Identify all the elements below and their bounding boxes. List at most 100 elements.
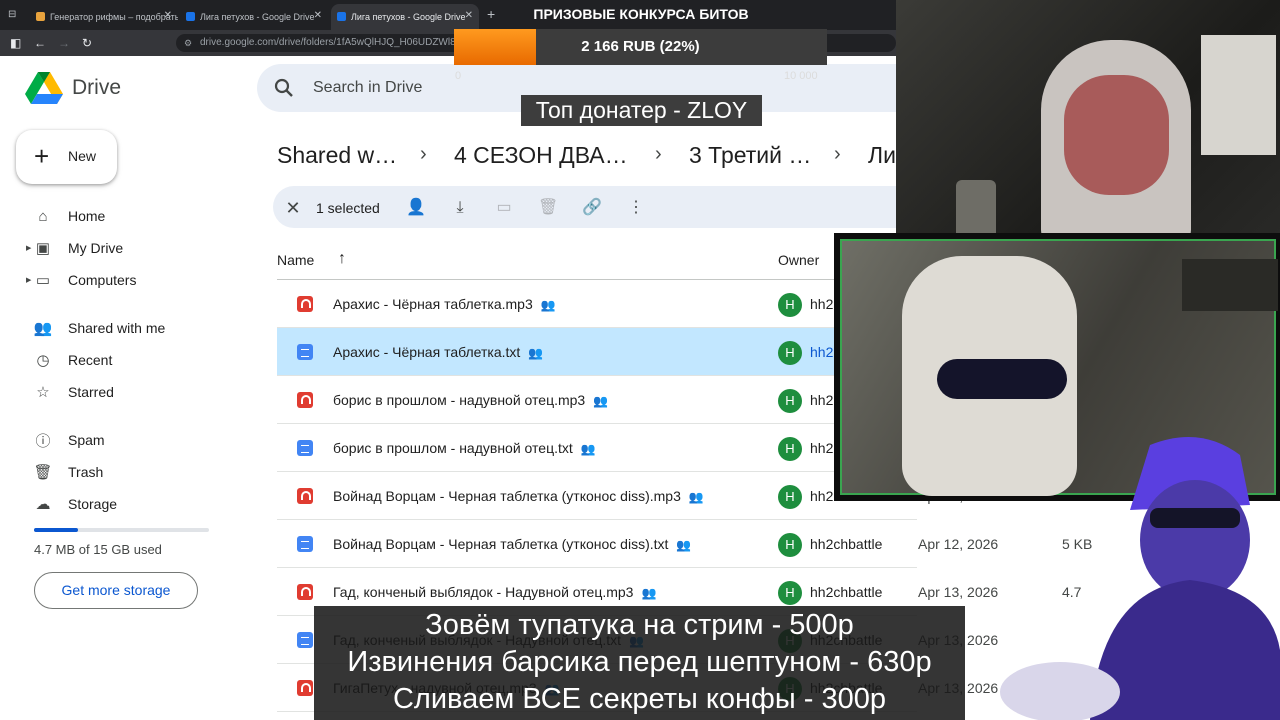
sidebar-item-label: Trash — [68, 464, 104, 480]
file-row[interactable]: Арахис - Чёрная таблетка.mp3 👥 Hhh2 — [277, 280, 917, 328]
file-name-text: Войнад Ворцам - Черная таблетка (утконос… — [333, 488, 681, 504]
column-header-name[interactable]: Name — [277, 252, 314, 268]
file-name-text: борис в прошлом - надувной отец.mp3 — [333, 392, 586, 408]
owner-avatar[interactable]: H — [778, 581, 802, 605]
file-name[interactable]: Гад, конченый выблядок - Надувной отец.m… — [333, 584, 656, 600]
star-icon: ☆ — [36, 384, 50, 401]
breadcrumb-item[interactable]: Shared w… — [277, 142, 397, 169]
reload-icon[interactable]: ↻ — [82, 34, 92, 52]
sidebar-item-recent[interactable]: ◷ Recent — [28, 346, 238, 374]
search-input[interactable]: Search in Drive — [313, 79, 422, 97]
sidebar-item-label: Starred — [68, 384, 114, 400]
text-file-icon — [297, 440, 313, 456]
file-row[interactable]: Арахис - Чёрная таблетка.txt 👥 Hhh2 — [277, 328, 917, 376]
sidebar-item-computers[interactable]: ▶ ▭ Computers — [26, 266, 238, 294]
browser-tab[interactable]: Генератор рифмы – подобрать ✕ — [30, 4, 178, 30]
owner-avatar[interactable]: H — [778, 341, 802, 365]
file-row[interactable]: борис в прошлом - надувной отец.txt 👥 Hhh2 — [277, 424, 917, 472]
sidebar-item-my-drive[interactable]: ▶ ▣ My Drive — [26, 234, 238, 262]
close-tab-icon[interactable]: ✕ — [314, 10, 322, 21]
sidebar-item-label: My Drive — [68, 240, 124, 256]
file-name[interactable]: Арахис - Чёрная таблетка.mp3 👥 — [333, 296, 556, 312]
sidebar-item-spam[interactable]: ⓘ Spam — [28, 426, 238, 454]
drive-favicon-icon — [186, 12, 195, 21]
sidebar-item-storage[interactable]: ☁ Storage — [28, 490, 238, 518]
text-file-icon — [297, 536, 313, 552]
back-icon[interactable]: ← — [34, 34, 46, 52]
owner-avatar[interactable]: H — [778, 293, 802, 317]
progress-max-label: 10 000 — [784, 70, 818, 82]
column-header-owner[interactable]: Owner — [778, 252, 819, 268]
new-button[interactable] — [16, 130, 117, 184]
share-add-person-icon[interactable]: 👤 — [406, 198, 426, 218]
audio-file-icon — [297, 680, 313, 696]
owner-avatar[interactable]: H — [778, 389, 802, 413]
move-to-folder-icon[interactable]: ▭ — [494, 198, 514, 218]
donation-goal: Сливаем ВСЕ секреты конфы - 300р — [392, 683, 887, 715]
owner-avatar[interactable]: H — [778, 437, 802, 461]
get-more-storage-button[interactable]: Get more storage — [34, 572, 198, 609]
trash-icon[interactable]: 🗑 — [538, 198, 558, 218]
shared-icon: 👥 — [580, 442, 596, 456]
shared-icon: 👥 — [540, 298, 556, 312]
computer-icon: ▭ — [35, 272, 51, 289]
link-icon[interactable]: 🔗 — [582, 198, 602, 218]
app-title[interactable]: Drive — [72, 76, 121, 100]
tab-title: Генератор рифмы – подобрать — [50, 12, 178, 22]
sidebar-item-label: Recent — [68, 352, 113, 368]
chevron-right-icon: › — [420, 143, 427, 165]
tab-search-icon[interactable]: ⊟ — [8, 9, 16, 20]
chevron-right-icon: › — [655, 143, 662, 165]
breadcrumb-item[interactable]: 3 Третий … — [689, 142, 811, 169]
breadcrumb-item[interactable]: 4 СЕЗОН ДВА… — [454, 142, 628, 169]
file-name[interactable]: борис в прошлом - надувной отец.txt 👥 — [333, 440, 596, 456]
shared-icon: 👥 — [676, 538, 692, 552]
sidebar-item-shared[interactable]: 👥 Shared with me — [28, 314, 238, 342]
audio-file-icon — [297, 584, 313, 600]
sidebar-item-label: Storage — [68, 496, 118, 512]
shared-icon: 👥 — [33, 320, 53, 337]
modified-date: Apr 12, 2026 — [918, 536, 999, 552]
close-tab-icon[interactable]: ✕ — [164, 10, 172, 21]
clear-selection-icon[interactable]: ✕ — [283, 198, 303, 218]
file-name[interactable]: Арахис - Чёрная таблетка.txt 👥 — [333, 344, 543, 360]
new-button-label: New — [68, 148, 97, 164]
expand-icon[interactable]: ▶ — [26, 244, 31, 252]
owner-name: hh2 — [810, 488, 834, 504]
site-info-icon[interactable]: ⚙ — [184, 34, 192, 52]
expand-icon[interactable]: ▶ — [26, 276, 31, 284]
search-icon[interactable] — [273, 77, 295, 99]
top-donator-banner: Топ донатер - ZLOY — [521, 95, 762, 126]
audio-file-icon — [297, 296, 313, 312]
sort-ascending-icon[interactable]: ↑ — [338, 250, 346, 268]
file-name[interactable]: Войнад Ворцам - Черная таблетка (утконос… — [333, 536, 691, 552]
spam-icon: ⓘ — [35, 432, 51, 450]
sidebar-toggle-icon[interactable]: ◧ — [10, 34, 21, 52]
file-row[interactable]: Войнад Ворцам - Черная таблетка (утконос… — [277, 472, 998, 520]
audio-file-icon — [297, 488, 313, 504]
sidebar-item-home[interactable]: ⌂ Home — [28, 202, 238, 230]
selection-count: 1 selected — [316, 200, 380, 216]
file-name-text: Арахис - Чёрная таблетка.mp3 — [333, 296, 533, 312]
sidebar-item-starred[interactable]: ☆ Starred — [28, 378, 238, 406]
sidebar-item-label: Shared with me — [68, 320, 166, 336]
owner-avatar[interactable]: H — [778, 533, 802, 557]
file-row[interactable]: борис в прошлом - надувной отец.mp3 👥 Hhh2 — [277, 376, 917, 424]
sidebar-item-label: Computers — [68, 272, 137, 288]
sidebar-item-trash[interactable]: 🗑 Trash — [28, 458, 238, 486]
owner-name: hh2 — [810, 344, 834, 360]
shared-icon: 👥 — [528, 346, 544, 360]
more-options-icon[interactable]: ⋮ — [626, 198, 646, 218]
chevron-right-icon: › — [834, 143, 841, 165]
owner-name: hh2 — [810, 392, 834, 408]
owner-avatar[interactable]: H — [778, 485, 802, 509]
download-icon[interactable]: ⤓ — [450, 198, 470, 218]
file-row[interactable]: Войнад Ворцам - Черная таблетка (утконос… — [277, 520, 1092, 568]
file-name[interactable]: Войнад Ворцам - Черная таблетка (утконос… — [333, 488, 704, 504]
breadcrumb-item-current[interactable]: Ли — [868, 142, 896, 169]
file-name-text: Арахис - Чёрная таблетка.txt — [333, 344, 521, 360]
progress-min-label: 0 — [455, 70, 462, 82]
browser-tab[interactable]: Лига петухов - Google Drive ✕ — [180, 4, 328, 30]
forward-icon[interactable]: → — [58, 34, 70, 52]
file-name[interactable]: борис в прошлом - надувной отец.mp3 👥 — [333, 392, 608, 408]
